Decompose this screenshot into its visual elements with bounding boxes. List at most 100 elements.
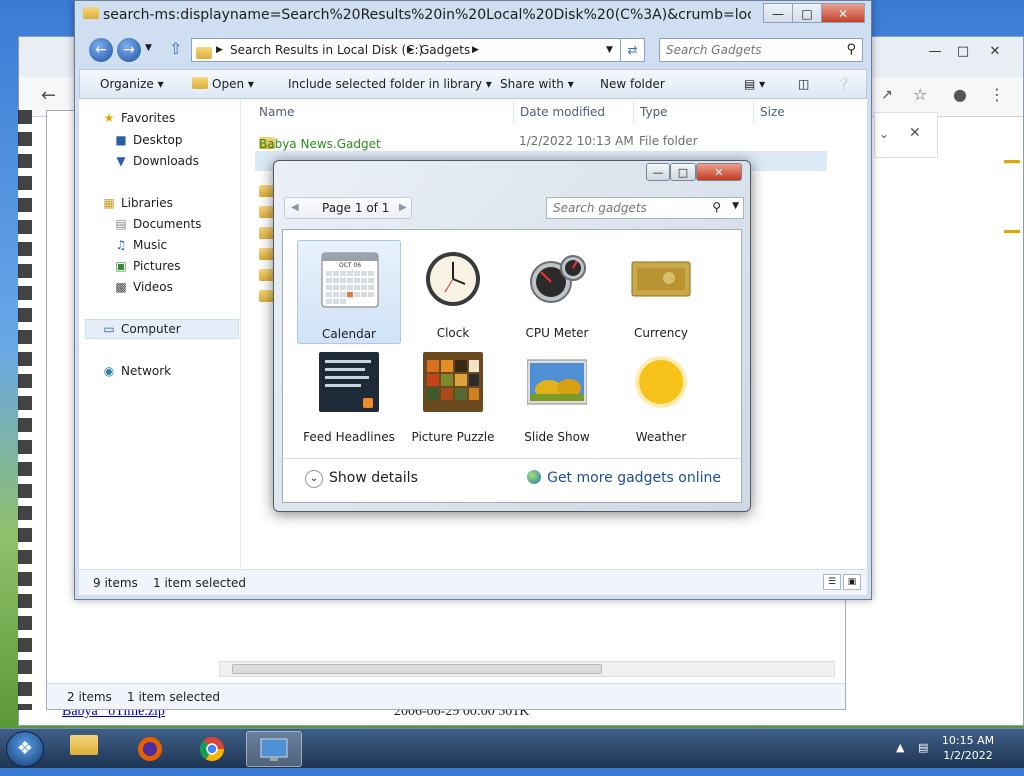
gadget-calendar[interactable]: OCT 06 Calendar bbox=[297, 240, 401, 344]
recent-pages-dropdown[interactable]: ▼ bbox=[145, 43, 152, 53]
breadcrumb-separator: ▶ bbox=[216, 45, 223, 55]
maximize-button[interactable]: □ bbox=[949, 43, 977, 61]
column-size[interactable]: Size bbox=[760, 99, 785, 125]
music-icon: ♫ bbox=[115, 238, 127, 252]
profile-icon[interactable]: ● bbox=[953, 85, 967, 104]
scroll-markers bbox=[1004, 160, 1020, 250]
nav-libraries[interactable]: ▦ Libraries bbox=[101, 196, 173, 210]
column-type[interactable]: Type bbox=[640, 99, 668, 125]
firefox-icon[interactable] bbox=[122, 731, 178, 767]
organize-button[interactable]: Organize ▾ bbox=[100, 77, 164, 91]
back-arrow-icon[interactable]: ← bbox=[41, 85, 56, 106]
gadget-search-box[interactable]: ⚲ ▼ bbox=[546, 197, 744, 219]
get-more-gadgets-link[interactable]: Get more gadgets online bbox=[527, 470, 721, 486]
gadget-feed-headlines[interactable]: Feed Headlines bbox=[297, 344, 401, 448]
nav-videos[interactable]: ▩ Videos bbox=[113, 280, 173, 294]
downloads-icon: ▼ bbox=[116, 154, 126, 168]
minimize-button[interactable]: — bbox=[763, 3, 793, 23]
column-date-modified[interactable]: Date modified bbox=[520, 99, 605, 125]
taskbar-explorer-icon[interactable] bbox=[58, 731, 114, 767]
feed-headlines-icon bbox=[319, 352, 379, 412]
search-icon[interactable]: ⚲ bbox=[846, 42, 856, 57]
address-bar[interactable]: ▶ Search Results in Local Disk (C:) ▶ Ga… bbox=[191, 38, 621, 62]
search-icon[interactable]: ⚲ bbox=[712, 200, 721, 214]
gadget-currency[interactable]: Currency bbox=[609, 240, 713, 344]
taskbar-gadgets-icon[interactable] bbox=[246, 731, 302, 767]
open-button[interactable]: Open ▾ bbox=[192, 77, 254, 91]
documents-icon: ▤ bbox=[115, 217, 127, 231]
gadget-clock[interactable]: Clock bbox=[401, 240, 505, 344]
forward-arrow-icon[interactable]: → bbox=[117, 38, 141, 62]
gadget-search-input[interactable] bbox=[553, 199, 703, 217]
share-with-button[interactable]: Share with ▾ bbox=[500, 77, 574, 91]
nav-computer[interactable]: ▭ Computer bbox=[101, 322, 180, 336]
include-in-library-button[interactable]: Include selected folder in library ▾ bbox=[288, 77, 492, 91]
gadget-slide-show[interactable]: Slide Show bbox=[505, 344, 609, 448]
window-title: search-ms:displayname=Search%20Results%2… bbox=[103, 7, 751, 23]
gadget-picture-puzzle[interactable]: Picture Puzzle bbox=[401, 344, 505, 448]
chevron-down-icon[interactable]: ⌄ bbox=[879, 127, 889, 141]
nav-desktop[interactable]: ■ Desktop bbox=[113, 133, 182, 147]
large-icons-view-button[interactable]: ▣ bbox=[843, 574, 861, 590]
maximize-button[interactable]: □ bbox=[670, 163, 696, 181]
file-date: 1/2/2022 10:13 AM bbox=[519, 134, 634, 148]
file-row[interactable]: Babya News.Gadget 1/2/2022 10:13 AM File… bbox=[255, 131, 827, 151]
calendar-icon: OCT 06 bbox=[321, 252, 379, 308]
windows-start-icon[interactable]: ❖ bbox=[6, 731, 44, 767]
background-status-bar: 2 items 1 item selected bbox=[47, 683, 845, 709]
change-view-button[interactable]: ▤ ▾ bbox=[744, 77, 765, 91]
help-icon[interactable]: ❔ bbox=[836, 77, 851, 91]
chrome-icon[interactable] bbox=[184, 731, 240, 767]
maximize-button[interactable]: □ bbox=[792, 3, 822, 23]
chevron-down-icon: ⌄ bbox=[305, 470, 323, 488]
new-folder-button[interactable]: New folder bbox=[600, 77, 665, 91]
close-icon[interactable]: ✕ bbox=[909, 125, 921, 141]
close-button[interactable]: ✕ bbox=[981, 43, 1009, 61]
close-button[interactable]: ✕ bbox=[821, 3, 865, 23]
network-icon[interactable]: ▤ bbox=[918, 741, 928, 754]
share-icon[interactable]: ↗ bbox=[881, 87, 893, 103]
selection-count: 1 item selected bbox=[153, 576, 247, 590]
nav-network[interactable]: ◉ Network bbox=[101, 364, 171, 378]
desktop-icon: ■ bbox=[115, 133, 127, 147]
weather-sun-icon bbox=[635, 356, 687, 408]
star-icon[interactable]: ☆ bbox=[913, 85, 927, 104]
nav-downloads[interactable]: ▼ Downloads bbox=[113, 154, 199, 168]
search-box[interactable]: ⚲ bbox=[659, 38, 863, 62]
breadcrumb-gadgets[interactable]: Gadgets bbox=[420, 43, 470, 57]
preview-pane-button[interactable]: ◫ bbox=[798, 77, 809, 91]
search-input[interactable] bbox=[666, 40, 836, 60]
nav-music[interactable]: ♫ Music bbox=[113, 238, 168, 252]
chevron-down-icon[interactable]: ▼ bbox=[732, 201, 739, 211]
minimize-button[interactable]: — bbox=[646, 163, 670, 181]
scrollbar-thumb[interactable] bbox=[232, 664, 602, 674]
clock-date: 1/2/2022 bbox=[943, 749, 993, 762]
folder-icon bbox=[83, 7, 103, 21]
browser-popup: ⌄ ✕ bbox=[874, 112, 938, 158]
column-name[interactable]: Name bbox=[259, 99, 294, 125]
address-history-dropdown[interactable]: ▼ bbox=[606, 45, 613, 55]
close-button[interactable]: ✕ bbox=[696, 163, 742, 181]
cpu-meter-icon bbox=[530, 255, 586, 303]
tray-expand-icon[interactable]: ▲ bbox=[896, 741, 904, 754]
nav-documents[interactable]: ▤ Documents bbox=[113, 217, 201, 231]
breadcrumb-search-results[interactable]: Search Results in Local Disk (C:) bbox=[230, 43, 423, 57]
gadget-cpu-meter[interactable]: CPU Meter bbox=[505, 240, 609, 344]
menu-icon[interactable]: ⋮ bbox=[989, 85, 1005, 104]
back-arrow-icon[interactable]: ← bbox=[89, 38, 113, 62]
refresh-icon[interactable]: ⇄ bbox=[621, 38, 645, 62]
gadget-weather[interactable]: Weather bbox=[609, 344, 713, 448]
up-arrow-icon[interactable]: ⇧ bbox=[169, 39, 182, 58]
minimize-button[interactable]: — bbox=[921, 43, 949, 61]
previous-page-button[interactable]: ◀ bbox=[291, 202, 299, 213]
clock-time: 10:15 AM bbox=[941, 734, 995, 747]
details-view-button[interactable]: ☰ bbox=[823, 574, 841, 590]
clock-icon bbox=[426, 252, 480, 306]
nav-favorites[interactable]: ★ Favorites bbox=[101, 111, 176, 125]
nav-pictures[interactable]: ▣ Pictures bbox=[113, 259, 180, 273]
next-page-button[interactable]: ▶ bbox=[399, 202, 407, 213]
system-clock[interactable]: 10:15 AM 1/2/2022 bbox=[938, 733, 998, 763]
taskbar: ❖ ▲ ▤ 10:15 AM 1/2/2022 bbox=[0, 728, 1024, 768]
show-details-button[interactable]: ⌄ Show details bbox=[305, 470, 418, 488]
horizontal-scrollbar[interactable] bbox=[219, 661, 835, 677]
